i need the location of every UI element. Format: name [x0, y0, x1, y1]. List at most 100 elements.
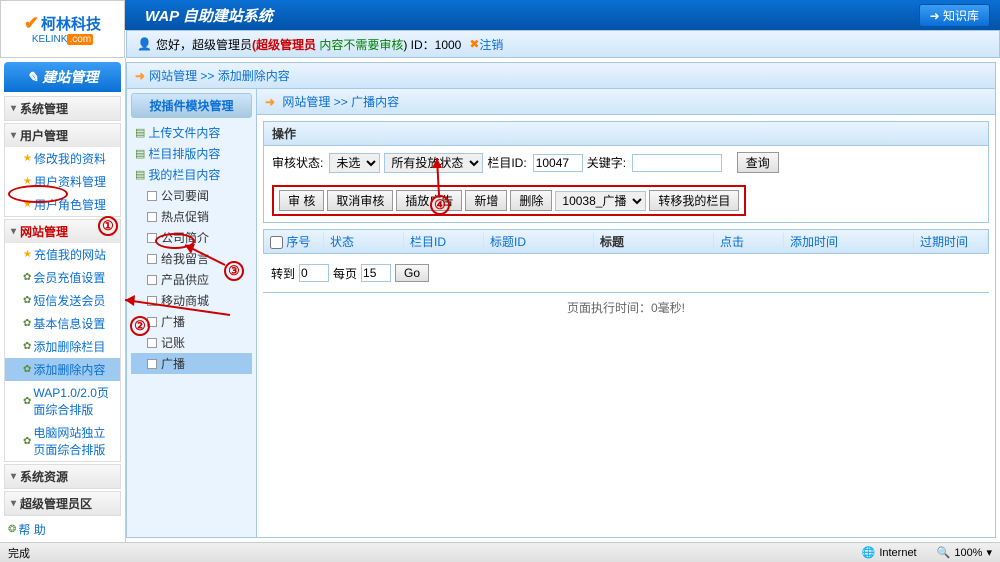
perpage-label: 每页	[333, 265, 357, 282]
chevron-down-icon: ▾	[11, 103, 16, 114]
perpage-input[interactable]	[361, 264, 391, 282]
nav-title-user[interactable]: ▾用户管理	[5, 124, 120, 147]
chevron-down-icon: ▾	[11, 130, 16, 141]
tree-item[interactable]: 移动商城	[131, 290, 252, 311]
nav-title-system[interactable]: ▾系统管理	[5, 97, 120, 120]
box-icon	[147, 359, 157, 369]
tree-root-upload[interactable]: ▤上传文件内容	[131, 122, 252, 143]
nav-item-add-content[interactable]: ✿添加删除内容	[5, 358, 120, 381]
delete-button[interactable]: 删除	[510, 190, 552, 211]
user-icon: 👤	[137, 37, 152, 51]
box-icon	[147, 191, 157, 201]
add-button[interactable]: 新增	[465, 190, 507, 211]
unapprove-button[interactable]: 取消审核	[327, 190, 393, 211]
place-ad-button[interactable]: 插放广告	[396, 190, 462, 211]
tree-item[interactable]: 广播	[131, 311, 252, 332]
placement-select[interactable]: 所有投放状态	[384, 153, 483, 173]
nav-title-site[interactable]: ▾网站管理	[5, 220, 120, 243]
tree-item-broadcast-sel[interactable]: 广播	[131, 353, 252, 374]
operations-panel: 操作 审核状态: 未选 所有投放状态 栏目ID: 关键字: 查询	[263, 121, 989, 223]
th-colid[interactable]: 栏目ID	[404, 233, 484, 250]
nav-item-user-role[interactable]: ★用户角色管理	[5, 193, 120, 216]
operations-title: 操作	[264, 122, 988, 146]
audit-status: 内容不需要审核	[319, 36, 403, 53]
filter-row: 审核状态: 未选 所有投放状态 栏目ID: 关键字: 查询	[264, 146, 988, 179]
zoom-value: 100%	[954, 547, 982, 559]
th-expiretime[interactable]: 过期时间	[914, 233, 988, 250]
logo-domain-pre: KELINK	[32, 34, 68, 45]
approve-button[interactable]: 审 核	[279, 190, 324, 211]
app-title: WAP 自助建站系统	[145, 5, 273, 26]
chevron-down-icon: ▾	[986, 546, 992, 559]
content-body: 按插件模块管理 ▤上传文件内容 ▤栏目排版内容 ▤我的栏目内容 公司要闻 热点促…	[127, 89, 995, 537]
th-status[interactable]: 状态	[324, 233, 404, 250]
gear-icon: ✿	[23, 318, 31, 329]
sidebar: ✎建站管理 ▾系统管理 ▾用户管理 ★修改我的资料 ★用户资料管理 ★用户角色管…	[0, 58, 126, 542]
tree-item[interactable]: 公司要闻	[131, 185, 252, 206]
status-select[interactable]: 未选	[329, 153, 380, 173]
box-icon	[147, 296, 157, 306]
logout-link[interactable]: 注销	[479, 36, 503, 53]
nav-title-admin[interactable]: ▾超级管理员区	[5, 492, 120, 515]
go-button[interactable]: Go	[395, 264, 429, 282]
th-addtime[interactable]: 添加时间	[784, 233, 914, 250]
tree-root-mycolumn[interactable]: ▤我的栏目内容	[131, 164, 252, 185]
table-header: 序号 状态 栏目ID 标题ID 标题 点击 添加时间 过期时间	[263, 229, 989, 254]
box-icon	[147, 212, 157, 222]
move-select[interactable]: 10038_广播	[555, 191, 646, 211]
colid-input[interactable]	[533, 154, 583, 172]
move-button[interactable]: 转移我的栏目	[649, 190, 739, 211]
status-done: 完成	[8, 545, 30, 561]
tree-root-layout[interactable]: ▤栏目排版内容	[131, 143, 252, 164]
th-titleid[interactable]: 标题ID	[484, 233, 594, 250]
nav-item-member-recharge[interactable]: ✿会员充值设置	[5, 266, 120, 289]
sidebar-header: ✎建站管理	[4, 62, 121, 92]
box-icon	[147, 275, 157, 285]
th-clicks[interactable]: 点击	[714, 233, 784, 250]
gear-icon: ✿	[23, 396, 31, 407]
nav-item-basic[interactable]: ✿基本信息设置	[5, 312, 120, 335]
goto-label: 转到	[271, 265, 295, 282]
nav-item-profile[interactable]: ★修改我的资料	[5, 147, 120, 170]
query-button[interactable]: 查询	[737, 152, 779, 173]
star-icon: ★	[23, 153, 32, 164]
nav-item-add-column[interactable]: ✿添加删除栏目	[5, 335, 120, 358]
detail-breadcrumb: ➜ 网站管理 >> 广播内容	[257, 89, 995, 115]
nav-item-help[interactable]: ❂帮 助	[0, 518, 125, 541]
nav-group-system: ▾系统管理	[4, 96, 121, 121]
logo-check-icon: ✔	[24, 13, 39, 33]
select-all-checkbox[interactable]	[270, 236, 283, 249]
nav-item-recharge[interactable]: ★充值我的网站	[5, 243, 120, 266]
tree-item[interactable]: 给我留言	[131, 248, 252, 269]
tree-item[interactable]: 记账	[131, 332, 252, 353]
main-layout: ✎建站管理 ▾系统管理 ▾用户管理 ★修改我的资料 ★用户资料管理 ★用户角色管…	[0, 58, 1000, 542]
keyword-input[interactable]	[632, 154, 722, 172]
knowledge-base-button[interactable]: ➜ 知识库	[919, 4, 990, 27]
action-row: 审 核 取消审核 插放广告 新增 删除 10038_广播 转移我的栏目	[264, 179, 988, 222]
zoom-control[interactable]: 🔍 100% ▾	[937, 546, 992, 559]
status-zone: Internet	[879, 547, 916, 559]
greeting: 您好，超级管理员	[156, 36, 252, 53]
help-icon: ❂	[8, 524, 16, 535]
nav-title-resource[interactable]: ▾系统资源	[5, 465, 120, 488]
nav-item-sms[interactable]: ✿短信发送会员	[5, 289, 120, 312]
nav-item-wap-layout[interactable]: ✿WAP1.0/2.0页面综合排版	[5, 381, 120, 421]
th-title[interactable]: 标题	[594, 233, 714, 250]
status-label: 审核状态:	[272, 154, 323, 171]
tree-item[interactable]: 热点促销	[131, 206, 252, 227]
chevron-down-icon: ▾	[11, 498, 16, 509]
star-icon: ★	[23, 249, 32, 260]
user-info-bar: 👤 您好，超级管理员 (超级管理员 内容不需要审核 ) ID：1000 ✖ 注销	[126, 30, 1000, 58]
nav-item-pc-layout[interactable]: ✿电脑网站独立页面综合排版	[5, 421, 120, 461]
tree-item[interactable]: 公司简介	[131, 227, 252, 248]
tree-panel: 按插件模块管理 ▤上传文件内容 ▤栏目排版内容 ▤我的栏目内容 公司要闻 热点促…	[127, 89, 257, 537]
box-icon	[147, 233, 157, 243]
user-id: ) ID：1000	[403, 36, 461, 53]
nav-item-user-data[interactable]: ★用户资料管理	[5, 170, 120, 193]
tree-item[interactable]: 产品供应	[131, 269, 252, 290]
goto-input[interactable]	[299, 264, 329, 282]
colid-label: 栏目ID:	[487, 154, 526, 171]
nav-group-admin: ▾超级管理员区	[4, 491, 121, 516]
arrow-right-icon: ➜	[265, 95, 275, 109]
detail-panel: ➜ 网站管理 >> 广播内容 操作 审核状态: 未选 所有投放状态 栏目ID: …	[257, 89, 995, 537]
